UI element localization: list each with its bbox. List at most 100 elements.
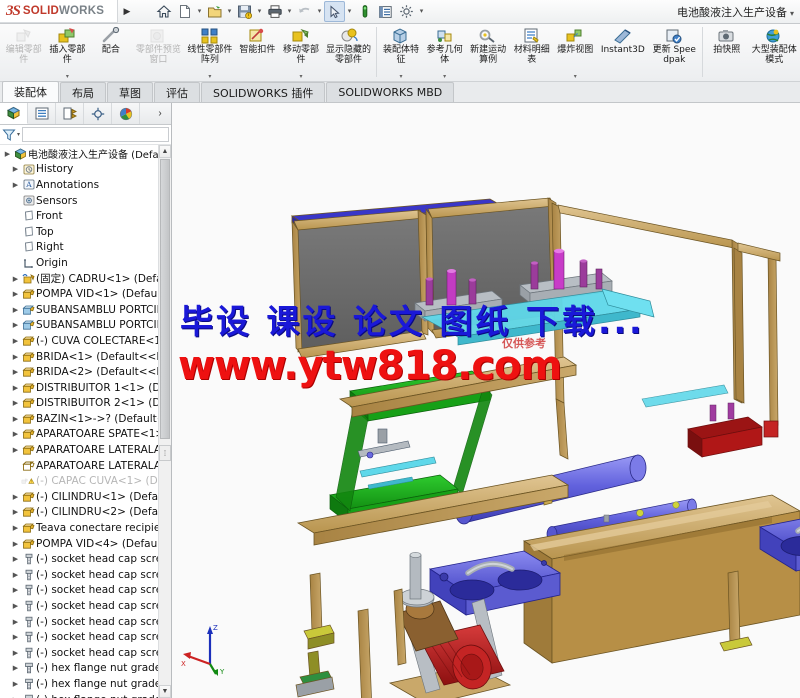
tree-node[interactable]: ▶(-) socket head cap screw_iso< xyxy=(0,567,171,583)
tree-node[interactable]: ▶SUBANSAMBLU PORTCILINDRU xyxy=(0,318,171,334)
tree-expand-arrow-icon[interactable]: ▶ xyxy=(10,508,21,516)
options-caret-icon[interactable]: ▾ xyxy=(417,1,426,22)
tree-vertical-scrollbar[interactable]: ▲ ⁞ ▼ xyxy=(158,145,171,698)
scroll-up-icon[interactable]: ▲ xyxy=(159,145,171,158)
tree-expand-arrow-icon[interactable]: ▶ xyxy=(10,430,21,438)
tree-node[interactable]: ▶(-) socket head cap screw_iso< xyxy=(0,551,171,567)
tree-expand-arrow-icon[interactable]: ▶ xyxy=(10,321,21,329)
save-icon[interactable]: ! xyxy=(234,1,255,22)
tree-node[interactable]: ▶DISTRIBUITOR 2<1> (Default< xyxy=(0,396,171,412)
tree-expand-arrow-icon[interactable]: ▶ xyxy=(2,150,13,158)
new-motion-study-button[interactable]: 新建运动算例 xyxy=(466,24,510,81)
ribbon-dropdown-caret-icon[interactable]: ▾ xyxy=(574,73,577,80)
print-caret-icon[interactable]: ▾ xyxy=(285,1,294,22)
bill-of-materials-button[interactable]: 材料明细表 xyxy=(510,24,554,81)
tree-node[interactable]: ▶(-) hex flange nut gradea_iso<3 xyxy=(0,692,171,698)
tree-node[interactable]: !(-) CAPAC CUVA<1> (Defau xyxy=(0,473,171,489)
tab-3[interactable]: 评估 xyxy=(154,82,200,102)
reference-geometry-button[interactable]: 参考几何体▾ xyxy=(423,24,467,81)
tree-node[interactable]: ▶DISTRIBUITOR 1<1> (Default< xyxy=(0,380,171,396)
tree-expand-arrow-icon[interactable]: ▶ xyxy=(10,540,21,548)
tree-node[interactable]: ▶(-) hex flange nut gradea_iso<1 xyxy=(0,661,171,677)
show-hidden-components-button[interactable]: 显示隐藏的零部件 xyxy=(323,24,374,81)
tree-expand-arrow-icon[interactable]: ▶ xyxy=(10,165,21,173)
tree-expand-arrow-icon[interactable]: ▶ xyxy=(10,633,21,641)
tree-node[interactable]: ▶APARATOARE LATERALA<1> (D xyxy=(0,442,171,458)
tree-node[interactable]: Right xyxy=(0,240,171,256)
tree-expand-arrow-icon[interactable]: ▶ xyxy=(10,586,21,594)
tree-expand-arrow-icon[interactable]: ▶ xyxy=(10,524,21,532)
tree-expand-arrow-icon[interactable]: ▶ xyxy=(10,368,21,376)
tree-node[interactable]: ▶BRIDA<1> (Default<<Default>_ xyxy=(0,349,171,365)
tree-expand-arrow-icon[interactable]: ▶ xyxy=(10,353,21,361)
rebuild-icon[interactable] xyxy=(354,1,375,22)
tree-expand-arrow-icon[interactable]: ▶ xyxy=(10,337,21,345)
tree-node[interactable]: ▶BRIDA<2> (Default<<Default>_ xyxy=(0,364,171,380)
scrollbar-grip-icon[interactable]: ⁞ xyxy=(159,445,171,461)
tree-expand-arrow-icon[interactable]: ▶ xyxy=(10,571,21,579)
tree-expand-arrow-icon[interactable]: ▶ xyxy=(10,680,21,688)
tree-node[interactable]: ▶(-) socket head cap screw_iso< xyxy=(0,598,171,614)
tree-expand-arrow-icon[interactable]: ▶ xyxy=(10,415,21,423)
insert-components-button[interactable]: 插入零部件▾ xyxy=(46,24,90,81)
tree-node[interactable]: Top xyxy=(0,224,171,240)
tree-node[interactable]: ▶(-) hex flange nut gradea_iso<2 xyxy=(0,676,171,692)
undo-icon[interactable] xyxy=(294,1,315,22)
tab-4[interactable]: SOLIDWORKS 插件 xyxy=(201,82,325,102)
tree-node[interactable]: ▶(-) CUVA COLECTARE<1> (Defa xyxy=(0,333,171,349)
update-speedpak-button[interactable]: 更新 Speedpak xyxy=(649,24,700,81)
tree-node[interactable]: ▶(固定) CADRU<1> (Default<<D xyxy=(0,271,171,287)
tree-node[interactable]: Sensors xyxy=(0,193,171,209)
new-document-caret-icon[interactable]: ▾ xyxy=(195,1,204,22)
tree-expand-arrow-icon[interactable]: ▶ xyxy=(10,555,21,563)
save-caret-icon[interactable]: ▾ xyxy=(255,1,264,22)
ribbon-dropdown-caret-icon[interactable]: ▾ xyxy=(400,73,403,80)
tree-expand-arrow-icon[interactable]: ▶ xyxy=(10,664,21,672)
tab-1[interactable]: 布局 xyxy=(60,82,106,102)
filter-input[interactable] xyxy=(22,127,169,142)
undo-caret-icon[interactable]: ▾ xyxy=(315,1,324,22)
ribbon-dropdown-caret-icon[interactable]: ▾ xyxy=(208,73,211,80)
tree-node[interactable]: ▶APARATOARE SPATE<1> (Defa xyxy=(0,427,171,443)
print-icon[interactable] xyxy=(264,1,285,22)
smart-fasteners-button[interactable]: 智能扣件 xyxy=(236,24,280,81)
tree-node[interactable]: Front xyxy=(0,208,171,224)
mate-button[interactable]: 配合 xyxy=(89,24,133,81)
tree-node[interactable]: ▶(-) socket head cap screw_iso< xyxy=(0,629,171,645)
tree-root-node[interactable]: ▶电池酸液注入生产设备 (Default<<De xyxy=(0,146,171,162)
tree-node[interactable]: ▶SUBANSAMBLU PORTCILINDRU xyxy=(0,302,171,318)
open-folder-icon[interactable] xyxy=(204,1,225,22)
tree-expand-arrow-icon[interactable]: ▶ xyxy=(10,618,21,626)
new-document-icon[interactable] xyxy=(174,1,195,22)
display-manager-tab[interactable] xyxy=(112,103,140,124)
tab-2[interactable]: 草图 xyxy=(107,82,153,102)
tree-expand-arrow-icon[interactable]: ▶ xyxy=(10,181,21,189)
tree-node[interactable]: ▶BAZIN<1>->? (Default<<Defau xyxy=(0,411,171,427)
tree-node[interactable]: ▶History xyxy=(0,162,171,178)
ribbon-dropdown-caret-icon[interactable]: ▾ xyxy=(299,73,302,80)
exploded-view-button[interactable]: 爆炸视图▾ xyxy=(554,24,598,81)
panel-expand-icon[interactable]: › xyxy=(149,103,171,124)
tree-node[interactable]: Origin xyxy=(0,255,171,271)
file-properties-icon[interactable] xyxy=(375,1,396,22)
tree-expand-arrow-icon[interactable]: ▶ xyxy=(10,290,21,298)
tree-node[interactable]: ▶AAnnotations xyxy=(0,177,171,193)
document-title-caret-icon[interactable]: ▾ xyxy=(790,9,794,18)
linear-component-pattern-button[interactable]: 线性零部件阵列▾ xyxy=(184,24,235,81)
open-caret-icon[interactable]: ▾ xyxy=(225,1,234,22)
tree-node[interactable]: ▶(-) socket head cap screw_iso< xyxy=(0,583,171,599)
tree-node[interactable]: ▶(-) CILINDRU<1> (Default<<De xyxy=(0,489,171,505)
tab-5[interactable]: SOLIDWORKS MBD xyxy=(326,82,454,102)
property-manager-tab[interactable] xyxy=(28,103,56,124)
select-cursor-icon[interactable] xyxy=(324,1,345,22)
take-snapshot-button[interactable]: 拍快照 xyxy=(705,24,749,81)
large-assembly-mode-button[interactable]: 大型装配体模式 xyxy=(749,24,800,81)
tree-expand-arrow-icon[interactable]: ▶ xyxy=(10,384,21,392)
configuration-manager-tab[interactable] xyxy=(56,103,84,124)
filter-funnel-icon[interactable]: ▾ xyxy=(2,128,20,142)
tree-node[interactable]: ▶(-) socket head cap screw_iso< xyxy=(0,645,171,661)
tree-node[interactable]: ▶(-) socket head cap screw_iso< xyxy=(0,614,171,630)
instant3d-button[interactable]: Instant3D xyxy=(597,24,648,81)
tree-expand-arrow-icon[interactable]: ▶ xyxy=(10,446,21,454)
tab-0[interactable]: 装配体 xyxy=(2,81,59,102)
